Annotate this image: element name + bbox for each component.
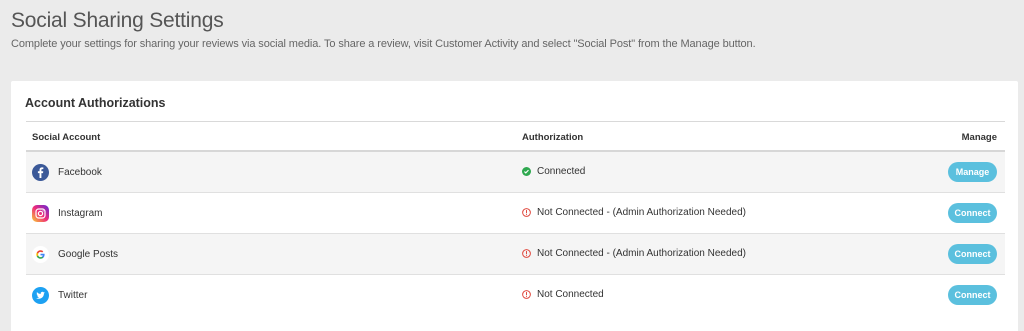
authorization-status: Connected xyxy=(522,166,585,177)
table-row: Facebook Connected Manage xyxy=(26,152,1005,193)
card-title: Account Authorizations xyxy=(25,96,166,110)
authorization-status: Not Connected - (Admin Authorization Nee… xyxy=(522,248,746,259)
account-name: Facebook xyxy=(58,166,102,178)
alert-circle-icon xyxy=(522,249,531,258)
status-text: Not Connected - (Admin Authorization Nee… xyxy=(537,207,747,218)
table-row: Instagram Not Connected - (Admin Authori… xyxy=(26,193,1005,234)
connect-button[interactable]: Connect xyxy=(948,203,997,223)
account-name: Google Posts xyxy=(58,248,119,260)
connect-button[interactable]: Connect xyxy=(948,244,997,264)
social-account-cell: Facebook xyxy=(32,163,102,181)
instagram-icon xyxy=(32,204,49,222)
account-name: Instagram xyxy=(58,207,103,219)
social-account-cell: Google Posts xyxy=(32,245,118,263)
status-text: Not Connected xyxy=(537,289,604,300)
social-account-cell: Instagram xyxy=(32,204,102,222)
column-header-manage: Manage xyxy=(961,132,997,143)
manage-button[interactable]: Manage xyxy=(948,162,997,182)
status-text: Not Connected - (Admin Authorization Nee… xyxy=(537,248,747,259)
alert-circle-icon xyxy=(522,208,531,217)
facebook-icon xyxy=(32,163,49,181)
table-header: Social Account Authorization Manage xyxy=(26,122,1005,152)
authorization-status: Not Connected xyxy=(522,289,604,300)
google-icon xyxy=(32,245,49,263)
table-row: Twitter Not Connected Connect xyxy=(26,275,1005,316)
connect-button[interactable]: Connect xyxy=(948,285,997,305)
account-authorizations-card: Account Authorizations Social Account Au… xyxy=(11,81,1018,331)
status-text: Connected xyxy=(537,166,586,177)
column-header-authorization: Authorization xyxy=(522,132,584,143)
page-title: Social Sharing Settings xyxy=(11,9,224,32)
social-account-cell: Twitter xyxy=(32,286,87,304)
check-circle-icon xyxy=(522,167,531,176)
social-sharing-settings-page: Social Sharing Settings Complete your se… xyxy=(0,0,1024,331)
account-name: Twitter xyxy=(58,289,88,301)
accounts-table: Social Account Authorization Manage Face… xyxy=(26,121,1005,316)
twitter-icon xyxy=(32,286,49,304)
page-subtitle: Complete your settings for sharing your … xyxy=(11,38,756,50)
table-row: Google Posts Not Connected - (Admin Auth… xyxy=(26,234,1005,275)
alert-circle-icon xyxy=(522,290,531,299)
column-header-account: Social Account xyxy=(32,132,101,143)
authorization-status: Not Connected - (Admin Authorization Nee… xyxy=(522,207,746,218)
